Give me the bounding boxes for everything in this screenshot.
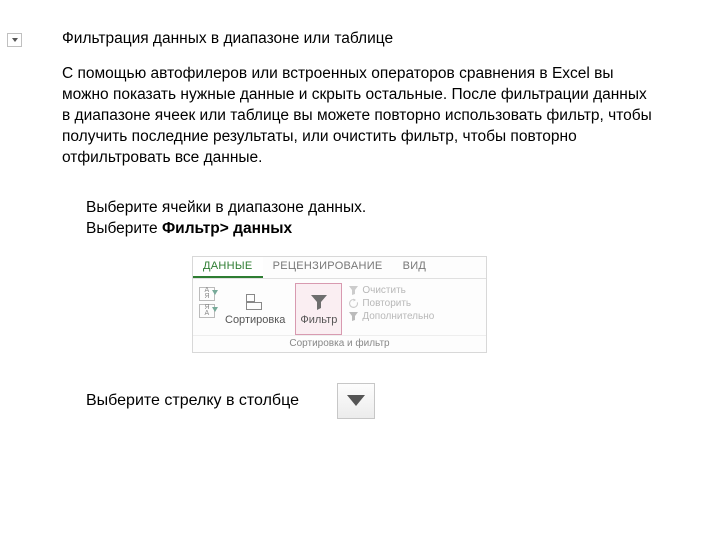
reapply-label: Повторить (362, 298, 411, 309)
chevron-down-icon (12, 38, 18, 42)
filter-options: Очистить Повторить Дополнительно (348, 283, 434, 335)
instruction-steps: Выберите ячейки в диапазоне данных. Выбе… (86, 197, 652, 240)
filter-button-label: Фильтр (300, 314, 337, 326)
excel-ribbon: ДАННЫЕ РЕЦЕНЗИРОВАНИЕ ВИД AЯ ЯA Сортиров… (192, 256, 487, 353)
tab-data: ДАННЫЕ (193, 257, 263, 278)
funnel-icon (308, 292, 330, 312)
step-1: Выберите ячейки в диапазоне данных. (86, 197, 652, 219)
tab-review: РЕЦЕНЗИРОВАНИЕ (263, 257, 393, 278)
sort-button: Сортировка (221, 283, 289, 335)
sort-asc-desc-group: AЯ ЯA (199, 283, 215, 335)
page-title: Фильтрация данных в диапазоне или таблиц… (62, 30, 652, 48)
ribbon-group-caption: Сортировка и фильтр (193, 335, 486, 352)
sort-icon (244, 292, 266, 312)
step-2-bold: Фильтр> данных (162, 220, 292, 237)
document-body: Фильтрация данных в диапазоне или таблиц… (62, 30, 652, 419)
reapply-icon (348, 298, 359, 309)
step-2-prefix: Выберите (86, 220, 162, 237)
clear-label: Очистить (362, 285, 406, 296)
advanced-label: Дополнительно (362, 311, 434, 322)
sort-desc-icon: ЯA (199, 304, 215, 318)
margin-dropdown-icon (7, 33, 22, 47)
sort-button-label: Сортировка (225, 314, 285, 326)
reapply-option: Повторить (348, 298, 434, 309)
clear-option: Очистить (348, 285, 434, 296)
ribbon-body: AЯ ЯA Сортировка Фильтр Очистить (193, 279, 486, 335)
ribbon-screenshot: ДАННЫЕ РЕЦЕНЗИРОВАНИЕ ВИД AЯ ЯA Сортиров… (192, 256, 652, 353)
chevron-down-icon (347, 395, 365, 406)
sort-asc-icon: AЯ (199, 287, 215, 301)
step-2: Выберите Фильтр> данных (86, 218, 652, 240)
column-filter-arrow-button (337, 383, 375, 419)
step-3-text: Выберите стрелку в столбце (86, 392, 299, 410)
advanced-option: Дополнительно (348, 311, 434, 322)
ribbon-tabs: ДАННЫЕ РЕЦЕНЗИРОВАНИЕ ВИД (193, 257, 486, 279)
step-3-row: Выберите стрелку в столбце (86, 383, 652, 419)
tab-view: ВИД (393, 257, 437, 278)
intro-paragraph: С помощью автофилеров или встроенных опе… (62, 64, 652, 169)
advanced-icon (348, 311, 359, 322)
filter-button: Фильтр (295, 283, 342, 335)
clear-icon (348, 285, 359, 296)
